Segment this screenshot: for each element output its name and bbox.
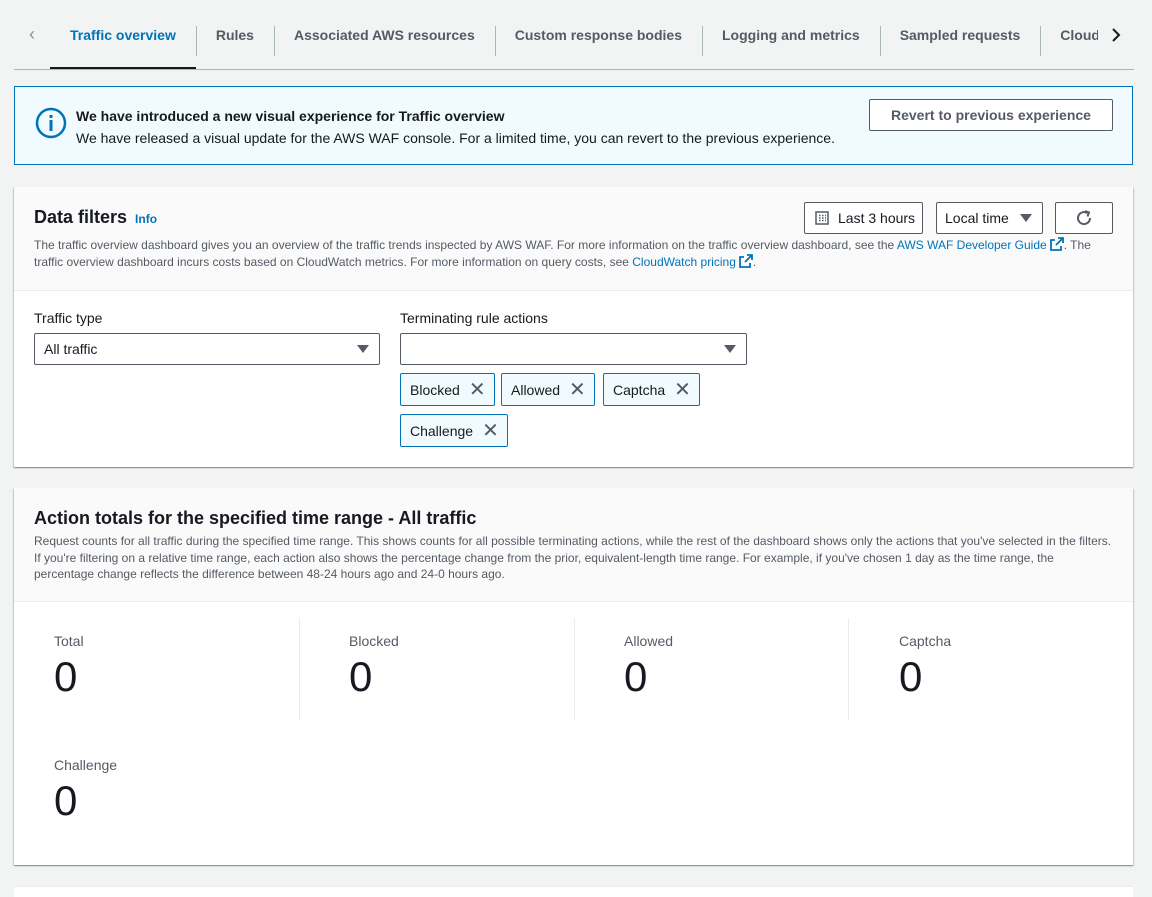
time-range-selector[interactable]: Last 3 hours <box>804 202 923 234</box>
metric-value: 0 <box>349 653 373 700</box>
tab-sampled-requests[interactable]: Sampled requests <box>879 0 1041 69</box>
tab-rules[interactable]: Rules <box>195 0 274 69</box>
calendar-icon <box>815 211 829 225</box>
terminating-rule-actions-label: Terminating rule actions <box>400 310 548 326</box>
info-banner: We have introduced a new visual experien… <box>14 86 1133 165</box>
info-circle-icon <box>35 107 67 139</box>
tabs-scroll-left-button[interactable]: ‹ <box>14 0 50 69</box>
metric-value: 0 <box>899 653 923 700</box>
token-label: Captcha <box>613 381 666 398</box>
tab-list: Traffic overview Rules Associated AWS re… <box>50 0 1134 69</box>
chevron-right-icon <box>1112 27 1121 42</box>
terminating-rule-actions-select[interactable] <box>400 333 747 365</box>
tab-bar: ‹ Traffic overview Rules Associated AWS … <box>14 0 1134 70</box>
data-filters-header: Data filters Info The traffic overview da… <box>14 187 1133 291</box>
banner-text: We have released a visual update for the… <box>76 130 835 146</box>
time-range-label: Last 3 hours <box>838 210 916 226</box>
waf-developer-guide-link[interactable]: AWS WAF Developer Guide <box>897 238 1047 252</box>
metric-value: 0 <box>54 777 78 824</box>
token-captcha: Captcha ✕ <box>603 373 700 406</box>
token-blocked: Blocked ✕ <box>400 373 495 406</box>
metric-value: 0 <box>624 653 648 700</box>
metric-value: 0 <box>54 653 78 700</box>
token-challenge: Challenge ✕ <box>400 414 508 447</box>
metric-label: Total <box>54 633 84 649</box>
caret-down-icon <box>724 345 736 353</box>
action-totals-description: Request counts for all traffic during th… <box>34 534 1112 581</box>
caret-down-icon <box>357 345 369 353</box>
refresh-icon <box>1077 210 1092 226</box>
metric-total: Total 0 <box>54 633 84 701</box>
traffic-type-label: Traffic type <box>34 310 103 326</box>
close-icon[interactable]: ✕ <box>482 421 499 441</box>
tab-traffic-overview[interactable]: Traffic overview <box>50 0 196 69</box>
next-panel-edge <box>14 886 1133 897</box>
chevron-left-icon: ‹ <box>29 24 35 44</box>
desc-text-1: The traffic overview dashboard gives you… <box>34 238 897 252</box>
tab-custom-response-bodies[interactable]: Custom response bodies <box>494 0 702 69</box>
metric-captcha: Captcha 0 <box>899 633 951 701</box>
action-totals-panel: Action totals for the specified time ran… <box>14 488 1133 865</box>
close-icon[interactable]: ✕ <box>569 380 586 400</box>
tab-associated-aws-resources[interactable]: Associated AWS resources <box>273 0 495 69</box>
timezone-dropdown[interactable]: Local time <box>936 202 1043 234</box>
metric-label: Blocked <box>349 633 399 649</box>
caret-down-icon <box>1020 214 1032 222</box>
metric-divider <box>299 618 300 720</box>
close-icon[interactable]: ✕ <box>674 380 691 400</box>
banner-title: We have introduced a new visual experien… <box>76 108 505 124</box>
token-allowed: Allowed ✕ <box>501 373 595 406</box>
traffic-type-select[interactable]: All traffic <box>34 333 380 365</box>
metric-label: Captcha <box>899 633 952 649</box>
action-totals-header: Action totals for the specified time ran… <box>14 488 1133 602</box>
metric-label: Allowed <box>624 633 674 649</box>
desc-text-3: . <box>752 254 757 269</box>
metric-allowed: Allowed 0 <box>624 633 673 701</box>
token-label: Challenge <box>410 422 474 439</box>
tabs-scroll-right-button[interactable] <box>1098 0 1134 69</box>
metric-challenge: Challenge 0 <box>54 757 117 825</box>
metric-blocked: Blocked 0 <box>349 633 399 701</box>
data-filters-panel: Data filters Info The traffic overview da… <box>14 187 1133 467</box>
refresh-button[interactable] <box>1055 202 1113 234</box>
data-filters-description: The traffic overview dashboard gives you… <box>34 237 1114 270</box>
token-label: Blocked <box>410 381 460 398</box>
action-totals-title: Action totals for the specified time ran… <box>34 508 477 528</box>
traffic-type-value: All traffic <box>44 341 98 357</box>
close-icon[interactable]: ✕ <box>469 380 486 400</box>
revert-experience-button[interactable]: Revert to previous experience <box>869 99 1113 131</box>
info-link[interactable]: Info <box>135 212 157 226</box>
metric-label: Challenge <box>54 757 118 773</box>
cloudwatch-pricing-link[interactable]: CloudWatch pricing <box>632 255 736 269</box>
external-link-icon <box>738 253 753 268</box>
tab-logging-and-metrics[interactable]: Logging and metrics <box>702 0 880 69</box>
data-filters-title: Data filters <box>34 207 128 227</box>
token-label: Allowed <box>511 381 561 398</box>
external-link-icon <box>1049 237 1064 251</box>
timezone-label: Local time <box>945 210 1009 226</box>
metric-divider <box>574 618 575 720</box>
metric-divider <box>848 618 849 720</box>
